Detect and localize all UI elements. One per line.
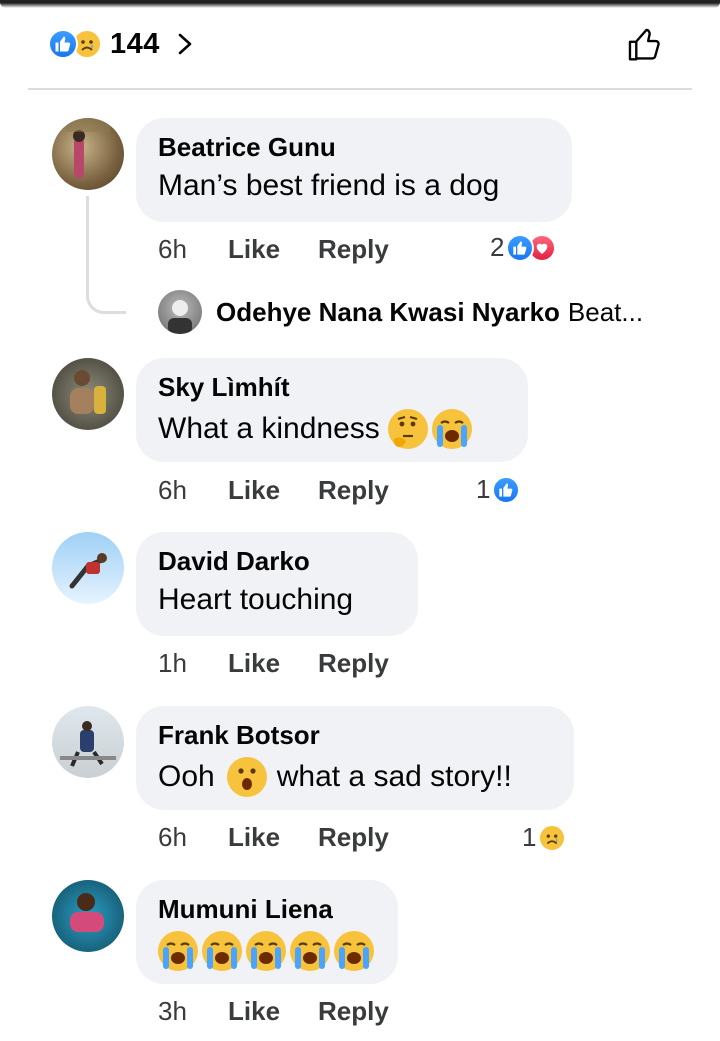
loudly-crying-face-emoji: [431, 409, 472, 449]
comment-text-after: what a sad story!!: [276, 760, 512, 793]
emoji-row: [158, 931, 376, 971]
loudly-crying-face-emoji: [202, 931, 242, 971]
comment-text: Man’s best friend is a dog: [158, 169, 500, 202]
comment-reaction-count[interactable]: 1: [522, 822, 567, 853]
like-icon: [492, 475, 521, 504]
comment-actions: 3h Like Reply: [158, 996, 415, 1027]
comment-bubble[interactable]: Mumuni Liena: [136, 880, 398, 984]
reaction-number: 1: [522, 822, 537, 852]
comment-text-row: What a kindness: [158, 409, 506, 449]
like-post-button[interactable]: [622, 22, 668, 68]
comment-reaction-count[interactable]: 1: [476, 474, 521, 505]
like-comment-button[interactable]: Like: [228, 648, 280, 679]
reply-button[interactable]: Reply: [318, 648, 389, 679]
comment-author[interactable]: David Darko: [158, 546, 396, 577]
loudly-crying-face-emoji: [334, 931, 374, 971]
loudly-crying-face-emoji: [290, 931, 330, 971]
comment-text-row: Ooh what a sad story!!: [158, 757, 552, 797]
reply-thread-line: [86, 196, 126, 314]
loudly-crying-face-emoji: [158, 931, 198, 971]
comment-author[interactable]: Sky Lìmhít: [158, 372, 506, 403]
like-icon: [48, 29, 78, 59]
comment-text: Heart touching: [158, 583, 354, 616]
reactions-header: 144 · · ·: [0, 0, 720, 90]
avatar[interactable]: [52, 358, 124, 430]
reply-button[interactable]: Reply: [318, 234, 389, 265]
comment-bubble[interactable]: Sky Lìmhít What a kindness: [136, 358, 528, 462]
comment-actions: 1h Like Reply: [158, 648, 415, 679]
avatar[interactable]: [52, 118, 124, 190]
comment-time[interactable]: 1h: [158, 648, 216, 679]
comment-bubble[interactable]: Beatrice Gunu Man’s best friend is a dog: [136, 118, 572, 222]
comment-author[interactable]: Frank Botsor: [158, 720, 552, 751]
chevron-right-icon: [178, 33, 192, 55]
comment-time[interactable]: 6h: [158, 475, 216, 506]
reply-preview[interactable]: Odehye Nana Kwasi Nyarko Beat...: [158, 290, 643, 334]
reaction-number: 2: [490, 232, 505, 262]
avatar[interactable]: [52, 532, 124, 604]
avatar[interactable]: [52, 706, 124, 778]
sad-icon: [538, 823, 567, 852]
comment-author[interactable]: Mumuni Liena: [158, 894, 376, 925]
astonished-face-emoji: [226, 757, 267, 797]
reply-author[interactable]: Odehye Nana Kwasi Nyarko: [216, 297, 560, 328]
comment-time[interactable]: 6h: [158, 822, 216, 853]
comment-text: What a kindness: [158, 412, 380, 445]
like-icon: [506, 233, 535, 262]
like-comment-button[interactable]: Like: [228, 996, 280, 1027]
reply-snippet: Beat...: [567, 296, 644, 327]
thinking-face-emoji: [387, 409, 428, 449]
avatar: [158, 290, 202, 334]
thumbs-up-outline-icon: [628, 28, 660, 61]
comment-actions: 6h Like Reply: [158, 475, 415, 506]
comment-text: Ooh: [158, 760, 215, 793]
comment-actions: 6h Like Reply: [158, 822, 415, 853]
comment-bubble[interactable]: Frank Botsor Ooh what a sad story!!: [136, 706, 574, 810]
reaction-number: 1: [476, 474, 491, 504]
comment-reaction-count[interactable]: 2: [490, 232, 557, 263]
reply-button[interactable]: Reply: [318, 475, 389, 506]
avatar[interactable]: [52, 880, 124, 952]
loudly-crying-face-emoji: [246, 931, 286, 971]
reaction-count: 144: [110, 27, 160, 60]
like-comment-button[interactable]: Like: [228, 822, 280, 853]
reaction-stack: [48, 29, 102, 59]
top-edge: [0, 0, 720, 8]
comment-time[interactable]: 3h: [158, 996, 216, 1027]
reply-button[interactable]: Reply: [318, 996, 389, 1027]
like-comment-button[interactable]: Like: [228, 234, 280, 265]
reply-button[interactable]: Reply: [318, 822, 389, 853]
comment-actions: 6h Like Reply: [158, 234, 415, 265]
reaction-summary[interactable]: 144: [48, 24, 196, 64]
like-comment-button[interactable]: Like: [228, 475, 280, 506]
comment-author[interactable]: Beatrice Gunu: [158, 132, 550, 163]
comment-bubble[interactable]: David Darko Heart touching: [136, 532, 418, 636]
comment-time[interactable]: 6h: [158, 234, 216, 265]
header-divider: [28, 88, 692, 90]
